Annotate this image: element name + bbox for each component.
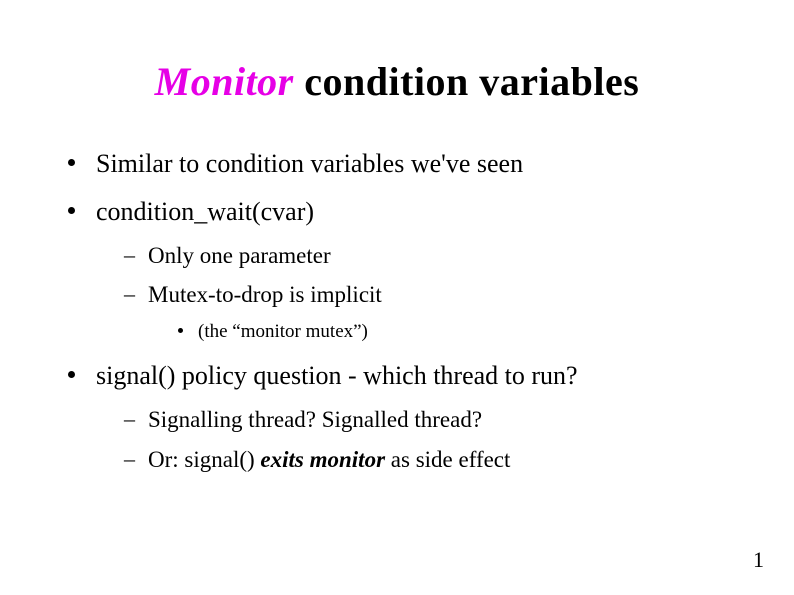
- page-number: 1: [753, 547, 764, 573]
- subsub-bullet-list: (the “monitor mutex”): [178, 320, 734, 345]
- sub-bullet-text-pre: Or: signal(): [148, 447, 260, 472]
- bullet-item: Similar to condition variables we've see…: [68, 147, 734, 181]
- sub-bullet-text: Signalling thread? Signalled thread?: [148, 407, 482, 432]
- sub-bullet-list: Signalling thread? Signalled thread? Or:…: [124, 405, 734, 475]
- slide-content: Similar to condition variables we've see…: [60, 147, 734, 475]
- slide-title: Monitor condition variables: [60, 58, 734, 105]
- bullet-item: condition_wait(cvar) Only one parameter …: [68, 195, 734, 345]
- sub-bullet-item: Or: signal() exits monitor as side effec…: [124, 445, 734, 475]
- title-rest: condition variables: [294, 59, 640, 104]
- subsub-bullet-text: (the “monitor mutex”): [198, 321, 368, 342]
- title-accent: Monitor: [155, 59, 294, 104]
- subsub-bullet-item: (the “monitor mutex”): [178, 320, 734, 345]
- bullet-text: signal() policy question - which thread …: [96, 361, 578, 390]
- sub-bullet-item: Only one parameter: [124, 241, 734, 271]
- sub-bullet-item: Mutex-to-drop is implicit (the “monitor …: [124, 280, 734, 345]
- bullet-text: condition_wait(cvar): [96, 197, 314, 226]
- bullet-list: Similar to condition variables we've see…: [68, 147, 734, 475]
- bullet-item: signal() policy question - which thread …: [68, 359, 734, 475]
- sub-bullet-text: Only one parameter: [148, 243, 331, 268]
- sub-bullet-text: Mutex-to-drop is implicit: [148, 282, 382, 307]
- bullet-text: Similar to condition variables we've see…: [96, 149, 523, 178]
- sub-bullet-list: Only one parameter Mutex-to-drop is impl…: [124, 241, 734, 345]
- sub-bullet-text-em: exits monitor: [260, 447, 385, 472]
- sub-bullet-text-post: as side effect: [385, 447, 510, 472]
- sub-bullet-item: Signalling thread? Signalled thread?: [124, 405, 734, 435]
- slide: Monitor condition variables Similar to c…: [0, 0, 794, 475]
